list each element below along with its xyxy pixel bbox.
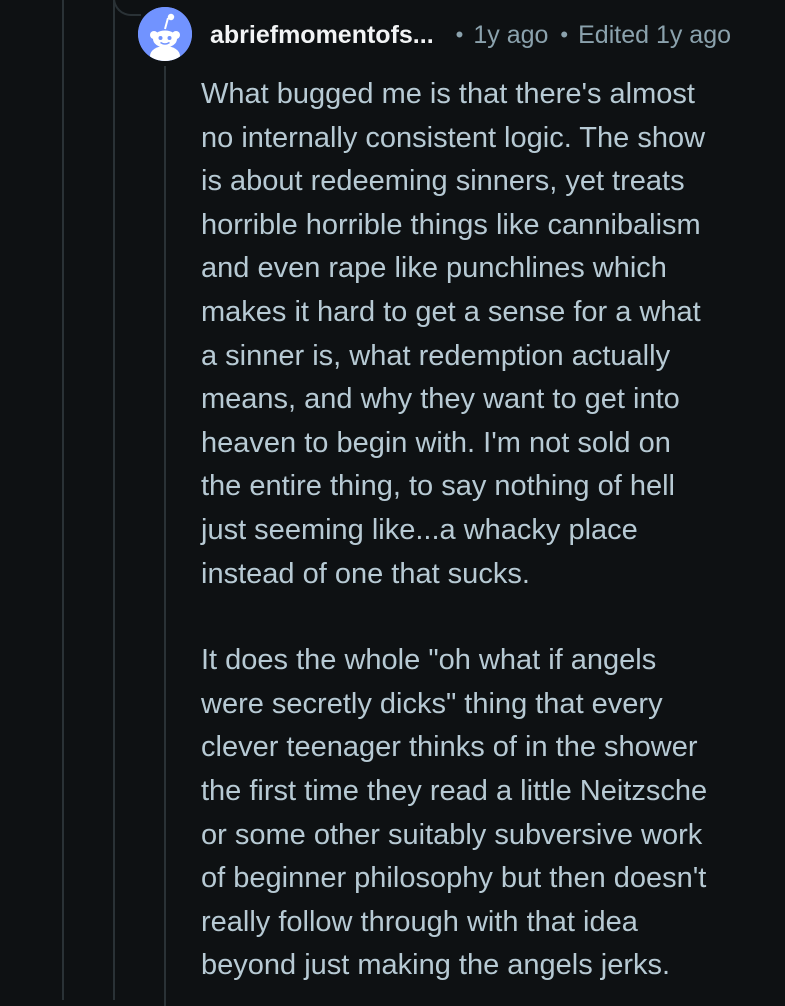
meta-separator: • (455, 22, 464, 47)
comment-body: What bugged me is that there's almost no… (201, 73, 771, 988)
thread-line-outer[interactable] (62, 0, 64, 1000)
comment-paragraph: What bugged me is that there's almost no… (201, 78, 706, 590)
comment-paragraph: It does the whole "oh what if angels wer… (201, 644, 708, 982)
reddit-snoo-avatar-icon[interactable] (138, 7, 192, 61)
thread-line-parent[interactable] (113, 0, 115, 1000)
thread-connector-curve (113, 0, 141, 16)
thread-line-comment[interactable] (164, 66, 166, 1006)
username-link[interactable]: abriefmomentofs... (210, 21, 434, 50)
edited-label: Edited 1y ago (578, 20, 732, 49)
meta-separator: • (560, 22, 569, 47)
comment-meta: abriefmomentofs... • 1y ago • Edited 1y … (210, 18, 731, 52)
comment-timestamp[interactable]: 1y ago (473, 21, 548, 50)
